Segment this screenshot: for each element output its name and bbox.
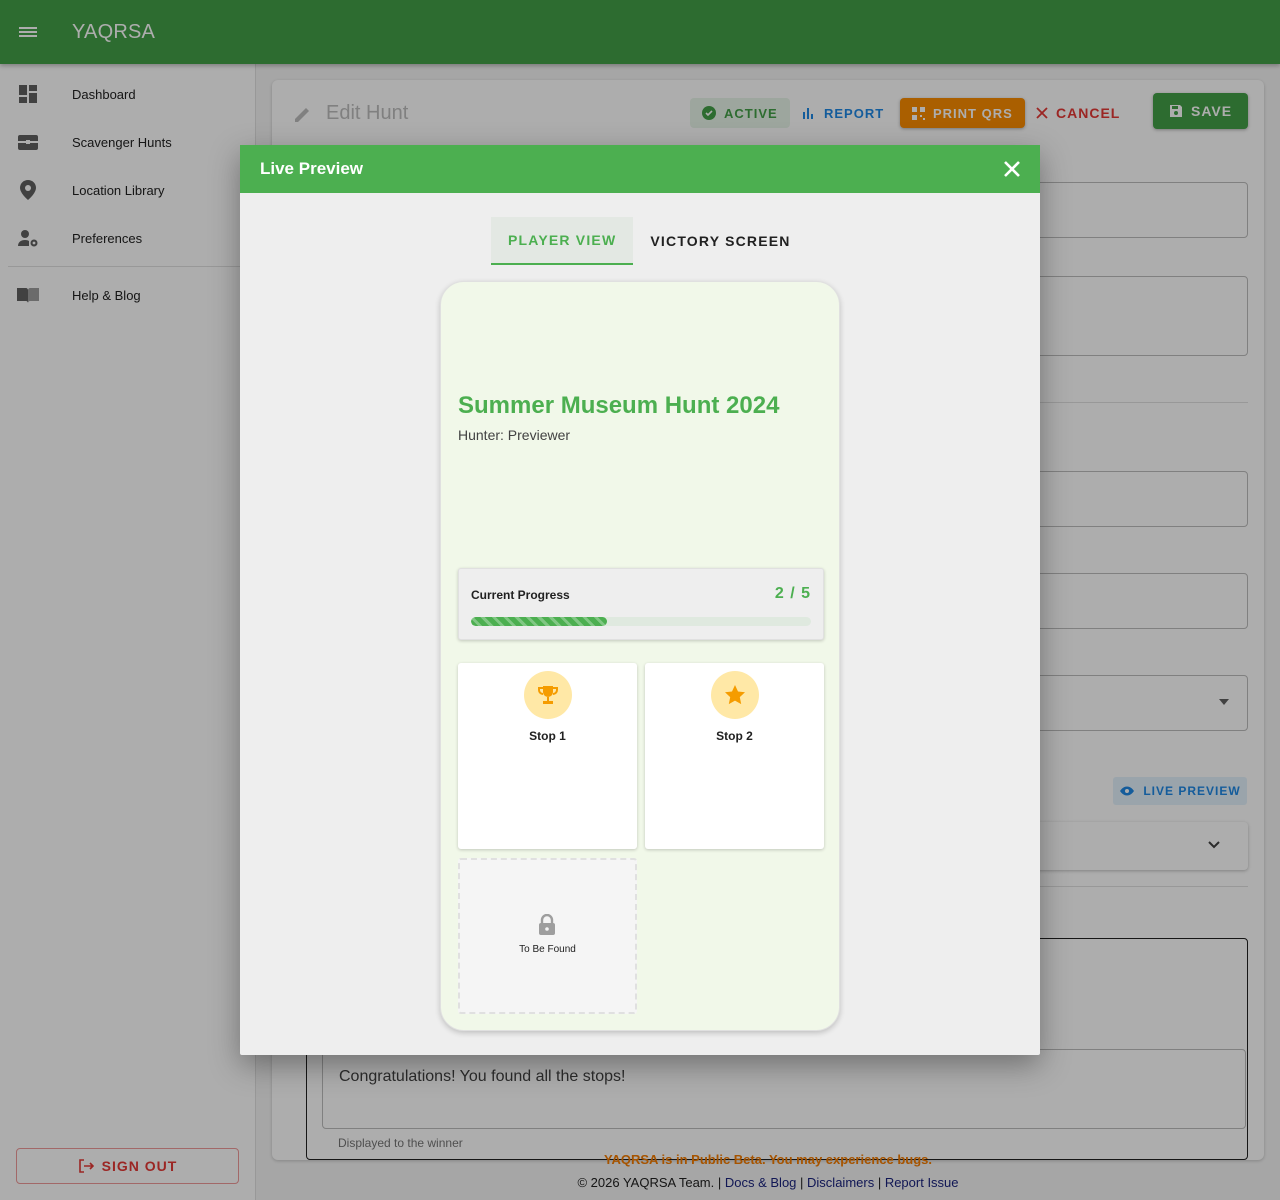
hunt-title: Summer Museum Hunt 2024 [458, 392, 780, 419]
close-icon[interactable] [1002, 159, 1022, 179]
stop-card-2[interactable]: Stop 2 [645, 663, 824, 849]
progress-count: 2 / 5 [774, 585, 811, 602]
locked-label: To Be Found [519, 944, 576, 955]
stop-name: Stop 2 [716, 729, 753, 743]
dialog-header: Live Preview [240, 145, 1040, 193]
progress-bar [471, 617, 811, 626]
trophy-icon [524, 671, 572, 719]
progress-card: Current Progress 2 / 5 [458, 568, 824, 640]
preview-tabs: PLAYER VIEW VICTORY SCREEN [491, 217, 808, 265]
locked-stop-card: To Be Found [458, 858, 637, 1014]
stop-card-1[interactable]: Stop 1 [458, 663, 637, 849]
phone-preview-frame: Summer Museum Hunt 2024 Hunter: Previewe… [440, 281, 840, 1031]
star-icon [711, 671, 759, 719]
lock-icon [539, 914, 555, 935]
tab-victory-screen[interactable]: VICTORY SCREEN [633, 217, 807, 265]
progress-label: Current Progress [471, 588, 570, 602]
dialog-title: Live Preview [260, 159, 364, 178]
stop-name: Stop 1 [529, 729, 566, 743]
progress-bar-fill [471, 617, 607, 626]
live-preview-dialog: Live Preview PLAYER VIEW VICTORY SCREEN … [240, 145, 1040, 1055]
tab-player-view[interactable]: PLAYER VIEW [491, 217, 634, 265]
hunter-name: Hunter: Previewer [458, 427, 571, 443]
